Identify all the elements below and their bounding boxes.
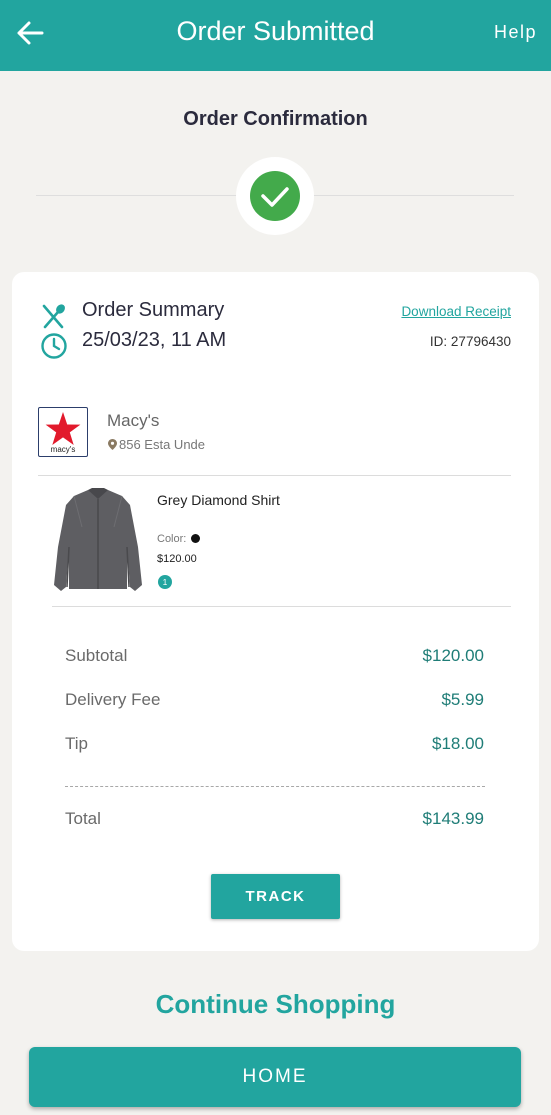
subtotal-value: $120.00 xyxy=(422,646,484,665)
total-value: $143.99 xyxy=(422,809,484,828)
store-logo: macy's xyxy=(38,407,88,457)
color-label: Color: xyxy=(157,533,187,545)
product-image[interactable] xyxy=(52,487,144,595)
store-address: 856 Esta Unde xyxy=(108,437,205,452)
location-pin-icon xyxy=(108,438,117,450)
color-swatch xyxy=(191,534,201,543)
delivery-fee-label: Delivery Fee xyxy=(65,690,161,709)
page-title: Order Submitted xyxy=(176,16,375,46)
total-label: Total xyxy=(65,809,101,828)
quantity-badge: 1 xyxy=(158,575,172,589)
tip-label: Tip xyxy=(65,734,88,753)
delivery-fee-value: $5.99 xyxy=(441,690,484,709)
product-price: $120.00 xyxy=(157,553,197,565)
home-button[interactable]: HOME xyxy=(29,1047,521,1107)
confirmation-title: Order Confirmation xyxy=(183,108,368,130)
star-icon xyxy=(45,412,81,445)
track-button[interactable]: TRACK xyxy=(211,874,340,919)
clock-icon xyxy=(40,332,68,360)
help-link[interactable]: Help xyxy=(494,22,537,43)
order-id: ID: 27796430 xyxy=(429,334,511,349)
continue-shopping-link[interactable]: Continue Shopping xyxy=(0,989,551,1020)
order-summary-card: Order Summary 25/03/23, 11 AM Download R… xyxy=(12,272,539,951)
store-name: Macy's xyxy=(107,411,160,430)
check-circle xyxy=(250,171,300,221)
order-datetime: 25/03/23, 11 AM xyxy=(82,329,227,351)
divider xyxy=(52,606,511,607)
summary-title: Order Summary xyxy=(82,299,225,321)
tip-value: $18.00 xyxy=(432,734,484,753)
subtotal-label: Subtotal xyxy=(65,646,128,665)
product-color: Color: xyxy=(157,533,201,545)
app-bar: Order Submitted Help xyxy=(0,0,551,71)
check-icon xyxy=(261,187,289,207)
divider xyxy=(38,475,511,476)
download-receipt-link[interactable]: Download Receipt xyxy=(401,304,511,319)
store-address-text: 856 Esta Unde xyxy=(119,437,206,452)
svg-text:macy's: macy's xyxy=(51,445,76,454)
dashed-divider xyxy=(65,786,485,787)
success-badge xyxy=(236,157,314,235)
fork-spoon-icon xyxy=(40,303,68,329)
product-name: Grey Diamond Shirt xyxy=(157,492,280,508)
